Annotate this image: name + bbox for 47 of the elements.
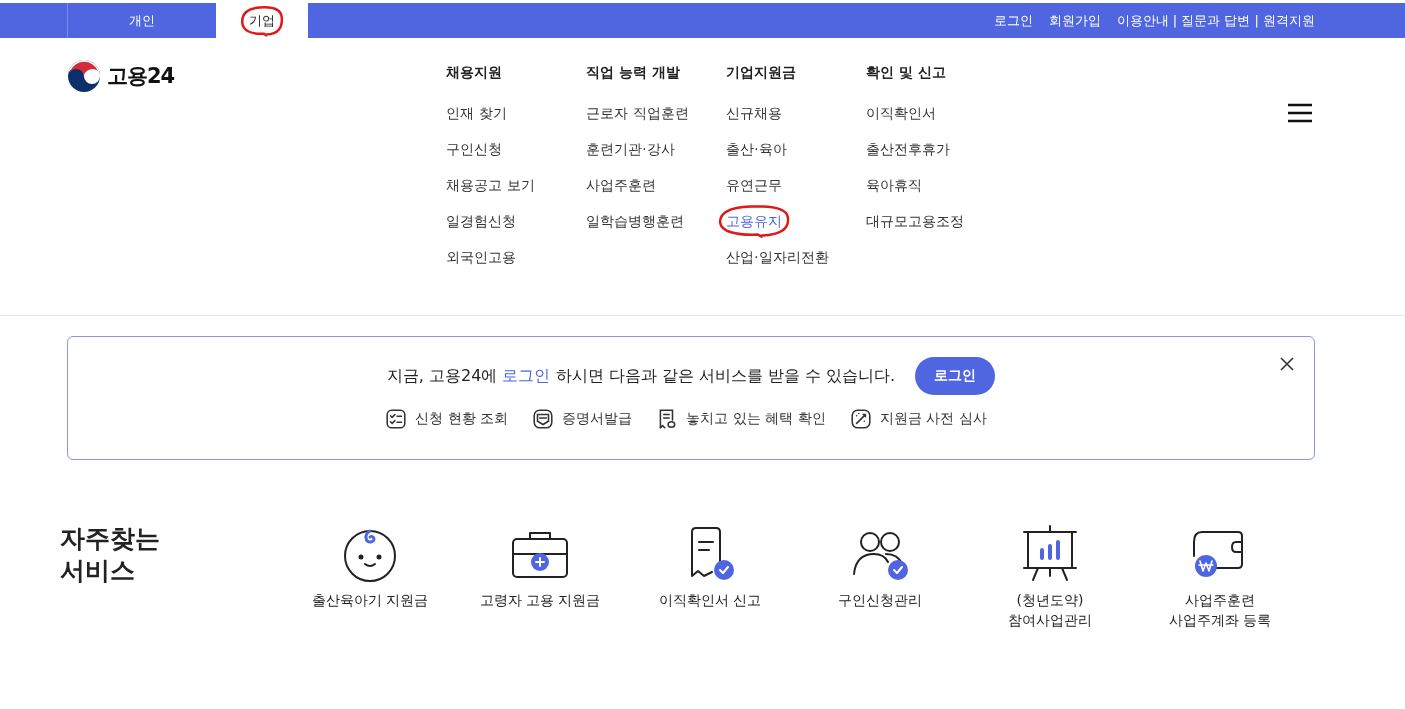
nav-link[interactable]: 사업주훈련 bbox=[586, 175, 657, 195]
nav-link[interactable]: 이직확인서 bbox=[866, 103, 937, 123]
menu-icon[interactable] bbox=[1287, 103, 1313, 123]
nav-link[interactable]: 훈련기관·강사 bbox=[586, 139, 675, 159]
nav-link[interactable]: 근로자 직업훈련 bbox=[586, 103, 689, 123]
nav-link[interactable]: 외국인고용 bbox=[446, 247, 517, 267]
service-link[interactable]: 구인신청관리 bbox=[838, 590, 922, 610]
nav-link[interactable]: 구인신청 bbox=[446, 139, 503, 159]
nav-link[interactable]: 대규모고용조정 bbox=[866, 211, 965, 231]
top-link[interactable]: 로그인 bbox=[993, 11, 1033, 30]
wand-icon bbox=[849, 408, 872, 430]
nav-link[interactable]: 신규채용 bbox=[726, 103, 783, 123]
service-link[interactable]: 고령자 고용 지원금 bbox=[479, 590, 601, 610]
top-link[interactable]: 이용안내 | 질문과 답변 | 원격지원 bbox=[1116, 11, 1315, 30]
close-icon[interactable] bbox=[1279, 356, 1295, 372]
nav-link[interactable]: 출산전후휴가 bbox=[866, 139, 951, 159]
certificate-icon bbox=[532, 408, 555, 430]
nav-link[interactable]: 산업·일자리전환 bbox=[726, 247, 829, 267]
login-prompt-text: 지금, 고용24에 로그인 하시면 다음과 같은 서비스를 받을 수 있습니다. bbox=[386, 365, 896, 387]
nav-heading[interactable]: 채용지원 bbox=[446, 64, 587, 91]
section-title: 자주찾는 서비스 bbox=[60, 523, 161, 587]
logo-icon bbox=[67, 59, 101, 93]
top-tab[interactable]: 개인 bbox=[129, 11, 155, 30]
top-link[interactable]: 회원가입 bbox=[1048, 11, 1101, 30]
feature-label: 증명서발급 bbox=[562, 410, 633, 428]
nav-link[interactable]: 유연근무 bbox=[726, 175, 783, 195]
nav-heading[interactable]: 직업 능력 개발 bbox=[586, 64, 727, 91]
login-button[interactable]: 로그인 bbox=[915, 357, 996, 395]
nav-heading[interactable]: 확인 및 신고 bbox=[866, 64, 1007, 91]
feature-label: 놓치고 있는 혜택 확인 bbox=[686, 410, 826, 428]
feature-label: 신청 현황 조회 bbox=[415, 410, 509, 428]
feature-label: 지원금 사전 심사 bbox=[879, 410, 987, 428]
nav-link[interactable]: 고용유지 bbox=[726, 211, 783, 231]
nav-link[interactable]: 채용공고 보기 bbox=[446, 175, 535, 195]
nav-link[interactable]: 출산·육아 bbox=[726, 139, 787, 159]
checklist-icon bbox=[385, 408, 408, 430]
nav-link[interactable]: 육아휴직 bbox=[866, 175, 923, 195]
top-tab[interactable]: 기업 bbox=[249, 11, 275, 30]
nav-heading[interactable]: 기업지원금 bbox=[726, 64, 867, 91]
service-link[interactable]: 이직확인서 신고 bbox=[658, 590, 762, 610]
nav-link[interactable]: 인재 찾기 bbox=[446, 103, 507, 123]
service-link[interactable]: 출산육아기 지원금 bbox=[311, 590, 429, 610]
service-link[interactable]: 사업주훈련 사업주계좌 등록 bbox=[1168, 590, 1272, 630]
nav-link[interactable]: 일경험신청 bbox=[446, 211, 517, 231]
nav-link[interactable]: 일학습병행훈련 bbox=[586, 211, 685, 231]
service-link[interactable]: (청년도약) 참여사업관리 bbox=[1008, 590, 1092, 630]
logo-text[interactable]: 고용24 bbox=[107, 62, 175, 90]
